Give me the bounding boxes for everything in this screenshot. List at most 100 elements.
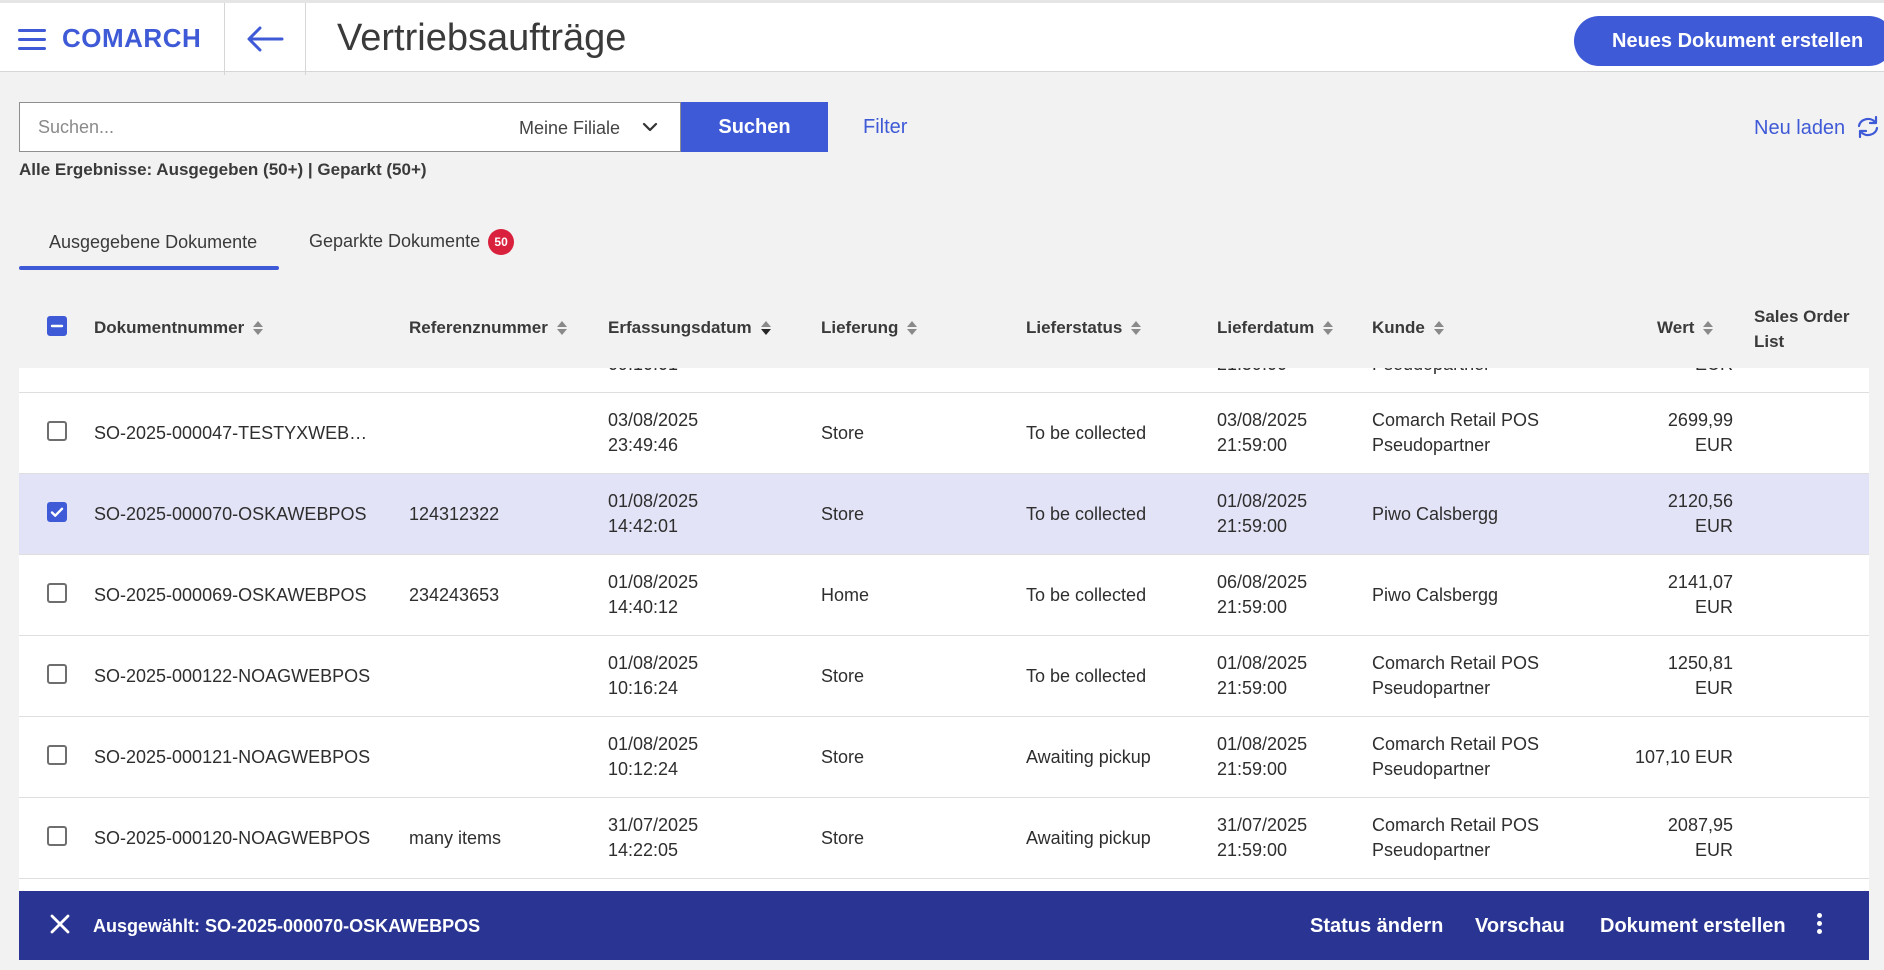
selected-document-label: Ausgewählt: SO-2025-000070-OSKAWEBPOS — [93, 916, 481, 936]
column-header-sales-order-list[interactable]: Sales Order List — [1754, 304, 1854, 354]
row-checkbox[interactable] — [47, 826, 67, 846]
delivery-date: 01/08/2025 21:59:00 — [1217, 653, 1308, 698]
change-status-button[interactable]: Status ändern — [1310, 915, 1443, 938]
delivery-status: To be collected — [1026, 585, 1147, 605]
column-header-document-number[interactable]: Dokumentnummer — [94, 318, 264, 338]
table-row[interactable]: SO-2025-000121-NOAGWEBPOS 01/08/2025 10:12… — [19, 717, 1869, 798]
table-row[interactable]: SO-2025-000069-OSKAWEBPOS 234243653 01/08/… — [19, 555, 1869, 636]
delivery-type: Store — [821, 747, 865, 767]
row-checkbox[interactable] — [47, 421, 67, 441]
search-input[interactable] — [19, 102, 502, 152]
column-header-delivery[interactable]: Lieferung — [821, 318, 918, 338]
document-number: SO-2025-000120-NOAGWEBPOS — [94, 828, 371, 848]
table-header: Dokumentnummer Referenznummer Erfassungs… — [19, 298, 1884, 368]
branch-select[interactable]: Meine Filiale — [501, 102, 681, 152]
row-checkbox[interactable] — [36, 491, 78, 533]
table-row[interactable]: SO-2025-000070-OSKAWEBPOS 124312322 01/08/… — [19, 474, 1869, 555]
customer: Comarch Retail POSPseudopartner — [1372, 734, 1540, 779]
selection-action-bar: Ausgewählt: SO-2025-000070-OSKAWEBPOS St… — [19, 891, 1869, 960]
column-header-reference-number[interactable]: Referenznummer — [409, 318, 568, 338]
row-checkbox[interactable] — [47, 664, 67, 684]
close-icon[interactable] — [49, 913, 71, 940]
column-header-customer[interactable]: Kunde — [1372, 318, 1445, 338]
order-value: 71,00EUR — [1688, 368, 1733, 377]
tab-label: Geparkte Dokumente — [309, 231, 481, 251]
chevron-down-icon — [642, 119, 658, 140]
top-bar: COMARCH Vertriebsaufträge Neues Dokument… — [0, 0, 1884, 75]
customer: Piwo Calsbergg — [1372, 585, 1499, 605]
filter-button[interactable]: Filter — [863, 116, 907, 139]
results-summary: Alle Ergebnisse: Ausgegeben (50+) | Gepa… — [19, 160, 427, 179]
more-options-icon[interactable] — [1814, 913, 1824, 939]
customer: Comarch Retail POSPseudopartner — [1372, 368, 1539, 377]
header-divider — [305, 3, 306, 75]
table-row[interactable]: SO-2025-000048-TESTYXWEBPOS03/08/202509:… — [19, 368, 1869, 393]
back-arrow-icon[interactable] — [246, 23, 284, 55]
table-row[interactable]: SO-2025-000120-NOAGWEBPOS many items 31/07… — [19, 798, 1869, 879]
sort-desc-icon — [760, 321, 771, 335]
sort-icon — [556, 321, 567, 335]
comarch-logo: COMARCH — [62, 23, 202, 53]
delivery-date: 01/08/2025 21:59:00 — [1217, 491, 1308, 536]
document-number: SO-2025-000070-OSKAWEBPOS — [94, 504, 367, 524]
sort-icon — [1323, 321, 1334, 335]
sort-icon — [1703, 321, 1714, 335]
document-number: SO-2025-000122-NOAGWEBPOS — [94, 666, 371, 686]
sort-icon — [1131, 321, 1142, 335]
delivery-date: 31/07/2025 21:59:00 — [1217, 815, 1308, 860]
entry-date: 01/08/2025 14:42:01 — [608, 491, 699, 536]
delivery-type: Store — [821, 828, 865, 848]
customer: Comarch Retail POSPseudopartner — [1372, 653, 1540, 698]
table-rows: SO-2025-000048-TESTYXWEBPOS03/08/202509:… — [19, 368, 1869, 879]
entry-date: 01/08/2025 10:16:24 — [608, 653, 699, 698]
column-header-delivery-status[interactable]: Lieferstatus — [1026, 318, 1142, 338]
order-value: 2699,99 EUR — [1667, 410, 1733, 455]
delivery-type: Store — [821, 423, 865, 443]
order-value: 2120,56 EUR — [1667, 491, 1733, 536]
order-value: 1250,81 EUR — [1667, 653, 1733, 698]
new-document-button[interactable]: Neues Dokument erstellen — [1574, 16, 1884, 66]
reference-number: 124312322 — [409, 504, 500, 524]
header-divider — [224, 3, 225, 75]
entry-date: 01/08/2025 10:12:24 — [608, 734, 699, 779]
column-header-entry-date[interactable]: Erfassungsdatum — [608, 318, 772, 338]
table-row[interactable]: SO-2025-000122-NOAGWEBPOS 01/08/2025 10:16… — [19, 636, 1869, 717]
delivery-type: Store — [821, 666, 865, 686]
create-document-button[interactable]: Dokument erstellen — [1600, 915, 1786, 938]
delivery-date: 03/08/202521:59:00 — [1217, 410, 1308, 455]
reference-number: 234243653 — [409, 585, 500, 605]
delivery-status: To be collected — [1026, 666, 1147, 686]
sort-icon — [1433, 321, 1444, 335]
preview-button[interactable]: Vorschau — [1475, 915, 1565, 938]
column-header-value[interactable]: Wert — [1657, 318, 1714, 338]
document-number: SO-2025-000121-NOAGWEBPOS — [94, 747, 371, 767]
branch-select-value: Meine Filiale — [519, 118, 621, 138]
row-checkbox[interactable] — [47, 583, 67, 603]
document-number: SO-2025-000069-OSKAWEBPOS — [94, 585, 367, 605]
sort-icon — [907, 321, 918, 335]
delivery-date: 01/08/2025 21:59:00 — [1217, 734, 1308, 779]
entry-date: 31/07/2025 14:22:05 — [608, 815, 699, 860]
delivery-status: To be collected — [1026, 504, 1147, 524]
reload-button[interactable]: Neu laden — [1754, 115, 1881, 140]
delivery-date: 06/08/2025 21:59:00 — [1217, 572, 1308, 617]
order-value: 2087,95 EUR — [1667, 815, 1733, 860]
orders-table: SO-2025-000048-TESTYXWEBPOS03/08/202509:… — [19, 368, 1869, 891]
page-title: Vertriebsaufträge — [337, 17, 627, 59]
hamburger-menu-icon[interactable] — [18, 29, 46, 51]
row-checkbox[interactable] — [47, 745, 67, 765]
table-row[interactable]: SO-2025-000047-TESTYXWEBPOS 03/08/2025 23:… — [19, 393, 1869, 474]
customer: Piwo Calsbergg — [1372, 504, 1499, 524]
delivery-date: 03/08/202521:59:00 — [1217, 368, 1307, 377]
search-button[interactable]: Suchen — [681, 102, 828, 152]
column-header-delivery-date[interactable]: Lieferdatum — [1217, 318, 1334, 338]
tab-issued-documents[interactable]: Ausgegebene Dokumente — [49, 232, 257, 253]
select-all-checkbox[interactable] — [47, 316, 67, 336]
delivery-type: Home — [821, 585, 870, 605]
refresh-icon — [1857, 115, 1878, 139]
active-tab-indicator — [19, 266, 279, 270]
tab-parked-documents[interactable]: Geparkte Dokumente 50 — [309, 229, 515, 255]
order-value: 2141,07 EUR — [1667, 572, 1733, 617]
document-number: SO-2025-000047-TESTYXWEBPOS — [94, 423, 374, 443]
count-badge: 50 — [488, 229, 515, 255]
